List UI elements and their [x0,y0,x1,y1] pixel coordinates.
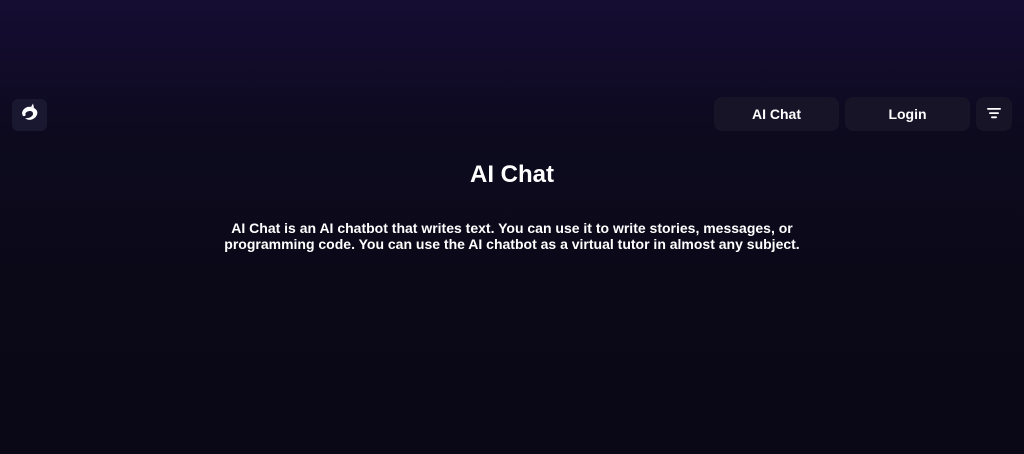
logo[interactable] [12,99,47,131]
page-title: AI Chat [470,161,554,188]
hamburger-menu-icon [986,106,1002,122]
ai-chat-button[interactable]: AI Chat [714,97,839,131]
top-navigation-bar: AI Chat Login [0,97,1024,133]
ai-chat-button-label: AI Chat [752,106,801,122]
dolphin-logo-icon [19,102,41,129]
login-button[interactable]: Login [845,97,970,131]
page-description: AI Chat is an AI chatbot that writes tex… [224,220,800,252]
login-button-label: Login [888,106,927,122]
menu-button[interactable] [976,97,1012,131]
